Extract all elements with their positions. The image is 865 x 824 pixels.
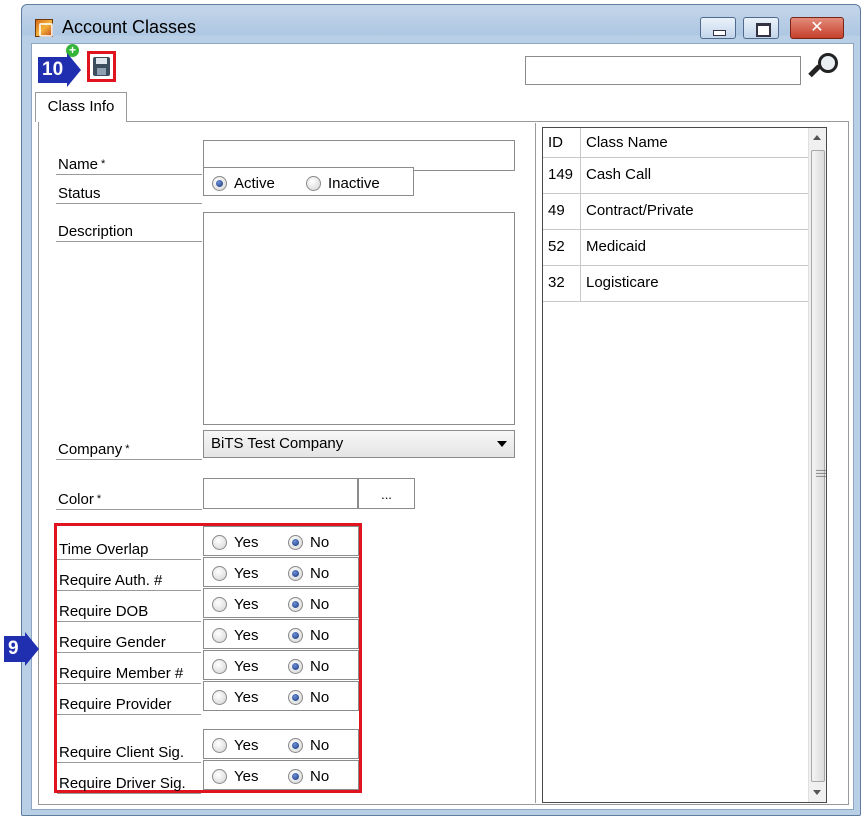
radio-no[interactable] [288,737,303,753]
status-label: Status [56,184,202,204]
radio-no[interactable] [288,658,303,674]
radio-inactive[interactable] [306,175,321,191]
maximize-icon[interactable] [743,17,779,39]
save-button[interactable] [87,51,116,82]
window-client-area: + Class Info Name* Status Active Inacti [31,43,854,810]
company-dropdown[interactable]: BiTS Test Company [203,430,515,458]
list-item[interactable]: 52 Medicaid [543,230,825,266]
save-icon [93,57,110,76]
search-icon [818,53,838,73]
close-button[interactable]: ✕ [790,17,844,39]
radio-no[interactable] [288,534,303,550]
radio-yes[interactable] [212,658,227,674]
tab-class-info[interactable]: Class Info [35,92,127,122]
list-item[interactable]: 49 Contract/Private [543,194,825,230]
list-item[interactable]: 32 Logisticare [543,266,825,302]
search-button[interactable] [807,51,841,85]
class-id: 49 [543,194,581,229]
req-label-auth: Require Auth. # [57,571,201,591]
search-input[interactable] [525,56,801,85]
class-id: 32 [543,266,581,301]
yes-no-time-overlap: Yes No [203,526,359,556]
radio-yes[interactable] [212,627,227,643]
req-label-client-sig: Require Client Sig. [57,743,201,763]
chevron-down-icon [497,441,507,447]
class-list[interactable]: ID Class Name 149 Cash Call 49 Contract/… [542,127,827,803]
radio-no[interactable] [288,596,303,612]
radio-no[interactable] [288,565,303,581]
radio-yes[interactable] [212,768,227,784]
color-label: Color * [56,490,202,510]
scroll-up-icon[interactable] [813,135,821,140]
list-scrollbar[interactable]: — — — [808,128,826,802]
class-name: Logisticare [586,274,659,291]
minimize-icon[interactable] [700,17,736,39]
company-value: BiTS Test Company [211,435,344,452]
list-item[interactable]: 149 Cash Call [543,158,825,194]
close-icon: ✕ [810,19,824,36]
list-header: ID Class Name [543,128,825,158]
requirements-group: Time Overlap Yes No Require Auth. # Yes … [54,523,362,794]
radio-no[interactable] [288,768,303,784]
yes-no-member: Yes No [203,650,359,680]
radio-yes[interactable] [212,689,227,705]
yes-no-driver-sig: Yes No [203,760,359,790]
radio-active[interactable] [212,175,227,191]
req-label-gender: Require Gender [57,633,201,653]
color-field[interactable] [203,478,358,509]
req-label-provider: Require Provider [57,695,201,715]
radio-yes[interactable] [212,534,227,550]
req-label-member: Require Member # [57,664,201,684]
yes-no-auth: Yes No [203,557,359,587]
column-header-class-name[interactable]: Class Name [586,128,668,158]
window-title: Account Classes [62,17,197,37]
class-info-page: Name * Status Active Inactive Description… [38,121,849,805]
column-header-id[interactable]: ID [543,128,581,157]
yes-no-gender: Yes No [203,619,359,649]
radio-yes[interactable] [212,596,227,612]
grip-icon: — — — [816,465,826,482]
callout-9: 9 [4,632,39,666]
status-inactive-option[interactable]: Inactive [306,174,380,192]
radio-no[interactable] [288,689,303,705]
class-form: Name * Status Active Inactive Description… [40,123,536,803]
req-label-driver-sig: Require Driver Sig. [57,774,201,794]
name-label: Name * [56,155,202,175]
req-label-time-overlap: Time Overlap [57,540,201,560]
status-radio-group: Active Inactive [203,167,414,196]
radio-no[interactable] [288,627,303,643]
status-active-option[interactable]: Active [212,174,275,192]
description-field[interactable] [203,212,515,425]
radio-yes[interactable] [212,565,227,581]
class-name: Cash Call [586,166,652,183]
scroll-down-icon[interactable] [813,790,821,795]
app-icon [35,19,53,37]
title-bar[interactable]: Account Classes ✕ [22,5,860,41]
color-picker-button[interactable]: ... [358,478,415,509]
yes-no-client-sig: Yes No [203,729,359,759]
account-classes-window: Account Classes ✕ + Class Info Name * Sta… [21,4,861,816]
callout-10: 10 [38,53,81,87]
yes-no-dob: Yes No [203,588,359,618]
radio-yes[interactable] [212,737,227,753]
class-id: 52 [543,230,581,265]
class-id: 149 [543,158,581,193]
company-label: Company * [56,440,202,460]
class-name: Medicaid [586,238,647,255]
req-label-dob: Require DOB [57,602,201,622]
scroll-thumb[interactable]: — — — [811,150,826,782]
description-label: Description [56,222,202,242]
yes-no-provider: Yes No [203,681,359,711]
class-name: Contract/Private [586,202,694,219]
